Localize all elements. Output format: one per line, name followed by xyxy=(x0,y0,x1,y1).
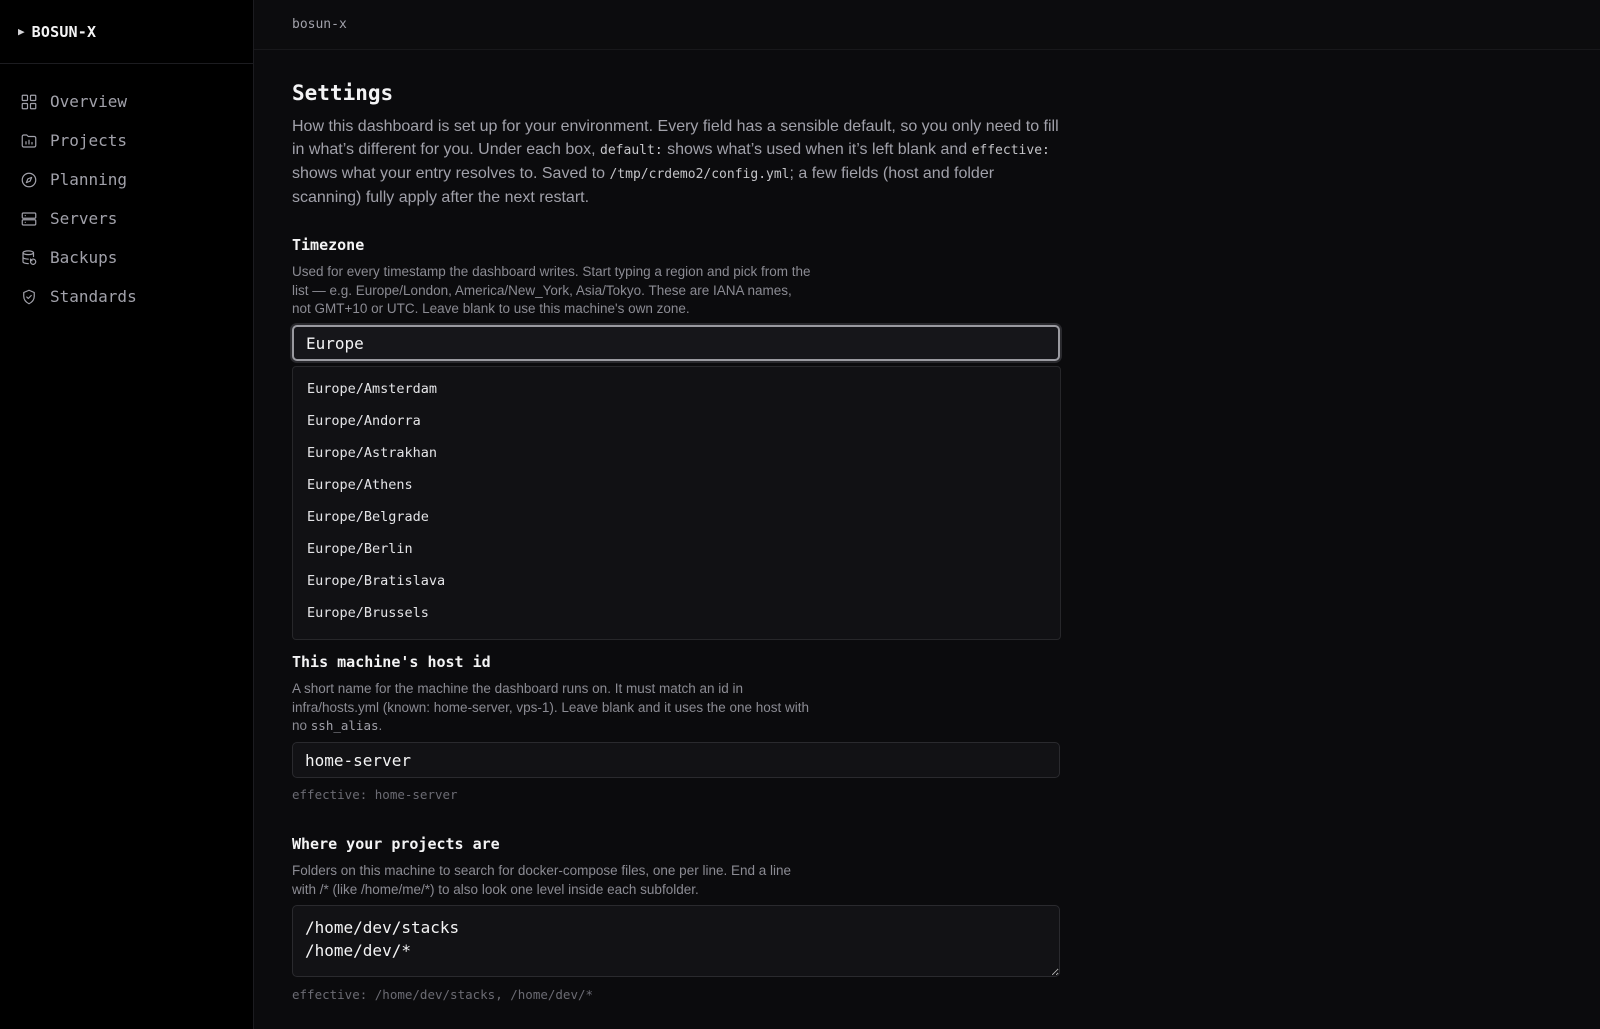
timezone-input[interactable] xyxy=(292,325,1060,361)
help-text: . xyxy=(378,718,383,733)
sidebar-item-planning[interactable]: Planning xyxy=(0,160,253,199)
sidebar-item-overview[interactable]: Overview xyxy=(0,82,253,121)
timezone-suggestions[interactable]: Europe/Amsterdam Europe/Andorra Europe/Ast… xyxy=(292,366,1061,640)
projects-help: Folders on this machine to search for do… xyxy=(292,863,792,897)
intro-code-path: /tmp/crdemo2/config.yml xyxy=(609,167,790,182)
sidebar-item-label: Standards xyxy=(50,287,137,306)
timezone-option[interactable]: Europe/Berlin xyxy=(293,533,1060,565)
suggestion-list: Europe/Amsterdam Europe/Andorra Europe/Ast… xyxy=(293,367,1060,639)
topbar: bosun-x xyxy=(254,0,1600,50)
brand[interactable]: ▶ BOSUN-X xyxy=(0,0,253,64)
host-id-input[interactable] xyxy=(292,742,1060,778)
sidebar-item-servers[interactable]: Servers xyxy=(0,199,253,238)
database-restore-icon xyxy=(22,249,37,265)
intro-text: shows what your entry resolves to. Saved… xyxy=(292,165,610,182)
folder-chart-icon xyxy=(21,133,37,148)
host-id-label: This machine's host id xyxy=(292,653,491,671)
help-code: ssh_alias xyxy=(310,718,379,733)
timezone-option[interactable]: Europe/Athens xyxy=(293,469,1060,501)
grid-icon xyxy=(21,94,37,109)
page-title: Settings xyxy=(292,81,394,105)
sidebar-item-label: Planning xyxy=(50,170,128,189)
timezone-label: Timezone xyxy=(292,236,365,254)
timezone-help: Used for every timestamp the dashboard w… xyxy=(292,264,811,316)
sidebar-item-label: Projects xyxy=(50,131,128,150)
timezone-option[interactable]: Europe/Bratislava xyxy=(293,565,1060,597)
sidebar-item-label: Servers xyxy=(50,209,118,228)
intro-text: shows what’s used when it’s left blank a… xyxy=(662,141,972,158)
intro-code-default: default: xyxy=(600,143,663,158)
sidebar-item-backups[interactable]: Backups xyxy=(0,238,253,277)
server-icon xyxy=(21,211,37,226)
compass-icon xyxy=(21,172,37,187)
timezone-option[interactable]: Europe/Brussels xyxy=(293,597,1060,629)
sidebar-item-projects[interactable]: Projects xyxy=(0,121,253,160)
host-id-effective: effective: home-server xyxy=(292,787,458,802)
projects-label: Where your projects are xyxy=(292,835,500,853)
breadcrumb[interactable]: bosun-x xyxy=(292,17,347,32)
timezone-option[interactable]: Europe/Astrakhan xyxy=(293,437,1060,469)
shield-check-icon xyxy=(23,289,35,304)
caret-right-icon: ▶ xyxy=(18,25,25,38)
projects-effective: effective: /home/dev/stacks, /home/dev/* xyxy=(292,987,594,1002)
app-name: BOSUN-X xyxy=(31,22,97,41)
sidebar-nav: Overview Projects Planning Servers Backu… xyxy=(0,64,253,316)
sidebar-item-label: Overview xyxy=(50,92,128,111)
timezone-option[interactable]: Europe/Belgrade xyxy=(293,501,1060,533)
settings-intro: How this dashboard is set up for your en… xyxy=(292,115,1062,209)
intro-code-effective: effective: xyxy=(971,143,1050,158)
sidebar-item-label: Backups xyxy=(50,248,118,267)
sidebar-item-standards[interactable]: Standards xyxy=(0,277,253,316)
sidebar: ▶ BOSUN-X Overview Projects Planning Ser… xyxy=(0,0,254,1029)
timezone-option[interactable]: Europe/Andorra xyxy=(293,405,1060,437)
timezone-option[interactable]: Europe/Bucharest xyxy=(293,629,1060,639)
host-id-help: A short name for the machine the dashboa… xyxy=(292,680,812,736)
timezone-option[interactable]: Europe/Amsterdam xyxy=(293,373,1060,405)
projects-textarea[interactable]: /home/dev/stacks /home/dev/* xyxy=(292,905,1060,977)
